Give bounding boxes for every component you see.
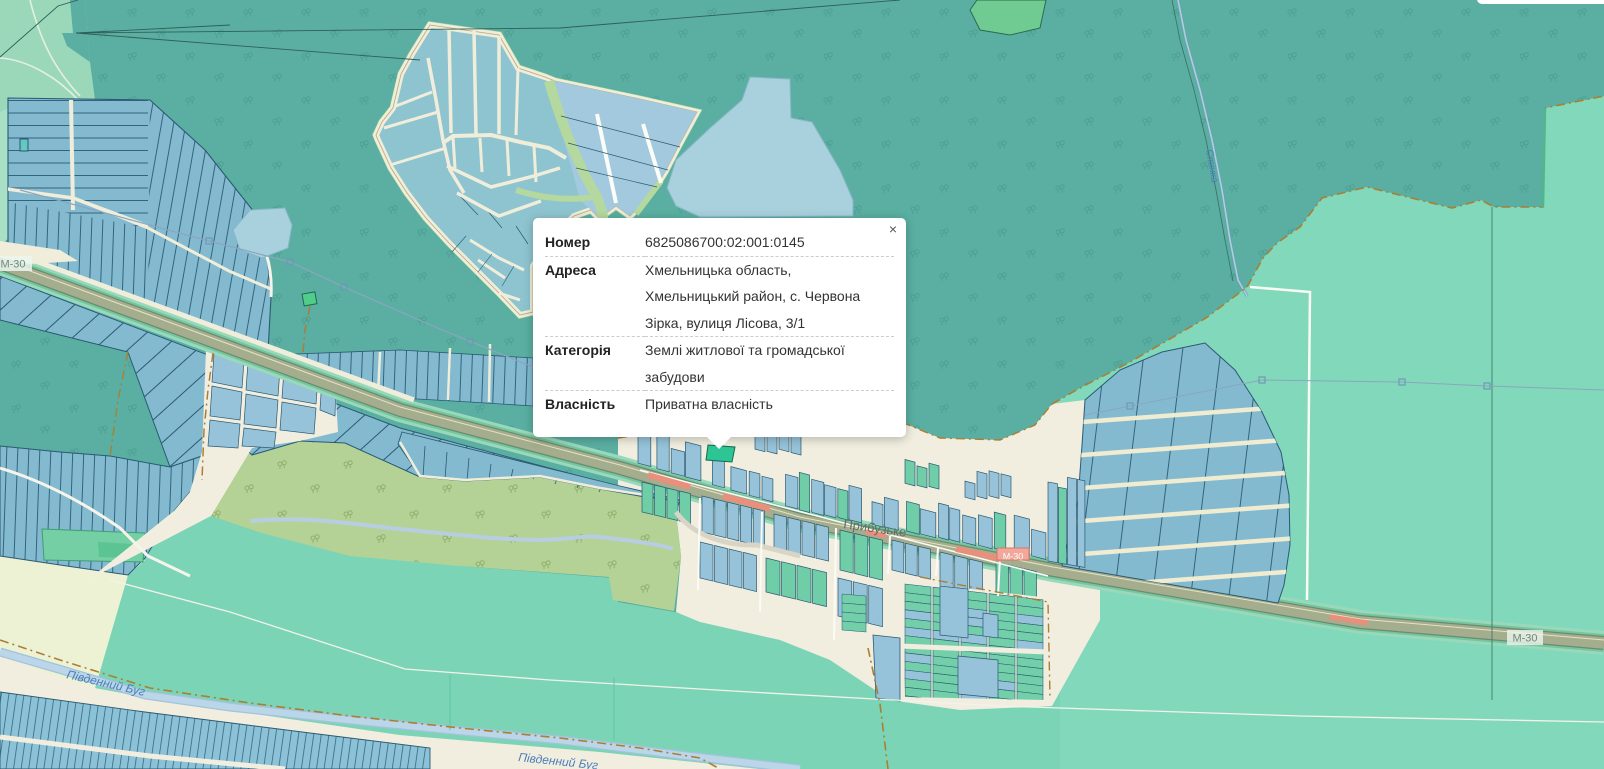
svg-text:М-30: М-30 bbox=[0, 259, 25, 271]
svg-text:М-30: М-30 bbox=[1003, 552, 1024, 562]
svg-text:М-30: М-30 bbox=[1512, 633, 1537, 645]
